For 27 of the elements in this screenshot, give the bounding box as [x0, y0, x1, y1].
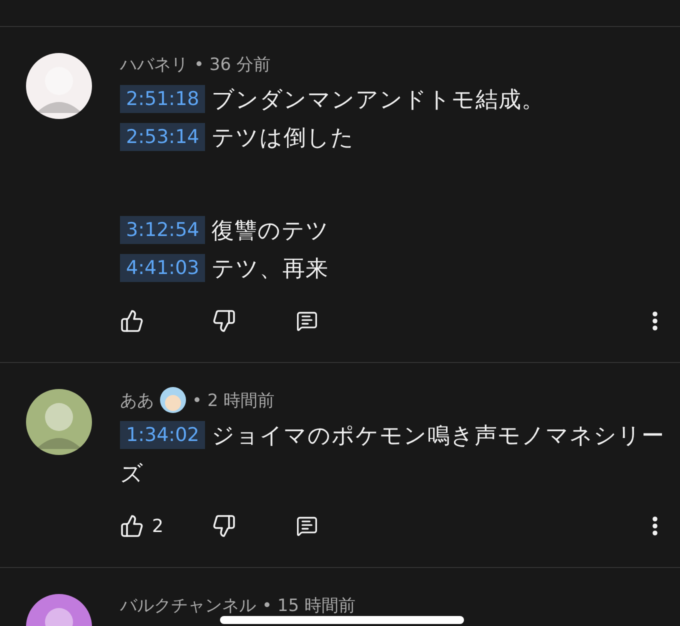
comment-text: 2:53:14 テツは倒した [120, 119, 668, 157]
timestamp-link[interactable]: 4:41:03 [120, 254, 206, 282]
more-icon [652, 516, 658, 536]
comment-icon [296, 310, 318, 332]
more-button[interactable] [652, 311, 658, 331]
like-button[interactable]: 2 [120, 514, 212, 538]
comment-icon [296, 515, 318, 537]
timestamp-link[interactable]: 1:34:02 [120, 421, 206, 449]
thumbs-down-icon [212, 309, 236, 333]
comment-text: 3:12:54 復讐のテツ [120, 212, 668, 250]
author-name: バルクチャンネル [120, 594, 256, 616]
comment-text: 4:41:03 テツ、再来 [120, 250, 668, 288]
author-name: ああ [120, 390, 154, 412]
more-icon [652, 311, 658, 331]
comment-time: • 2 時間前 [192, 390, 275, 412]
timestamp-link[interactable]: 2:51:18 [120, 85, 206, 113]
comment-time: • 15 時間前 [262, 594, 356, 616]
author-name: ハバネリ [120, 54, 188, 76]
timestamp-link[interactable]: 2:53:14 [120, 123, 206, 151]
comment-text: 2:51:18 ブンダンマンアンドトモ結成。 [120, 81, 668, 119]
comment-time: • 36 分前 [194, 54, 270, 76]
timestamp-link[interactable]: 3:12:54 [120, 216, 206, 244]
more-button[interactable] [652, 516, 658, 536]
thumbs-up-icon [120, 514, 144, 538]
comment-text: 1:34:02 ジョイマのポケモン鳴き声モノマネシリーズ [120, 420, 666, 489]
thumbs-up-icon [120, 309, 144, 333]
thumbs-down-icon [212, 514, 236, 538]
